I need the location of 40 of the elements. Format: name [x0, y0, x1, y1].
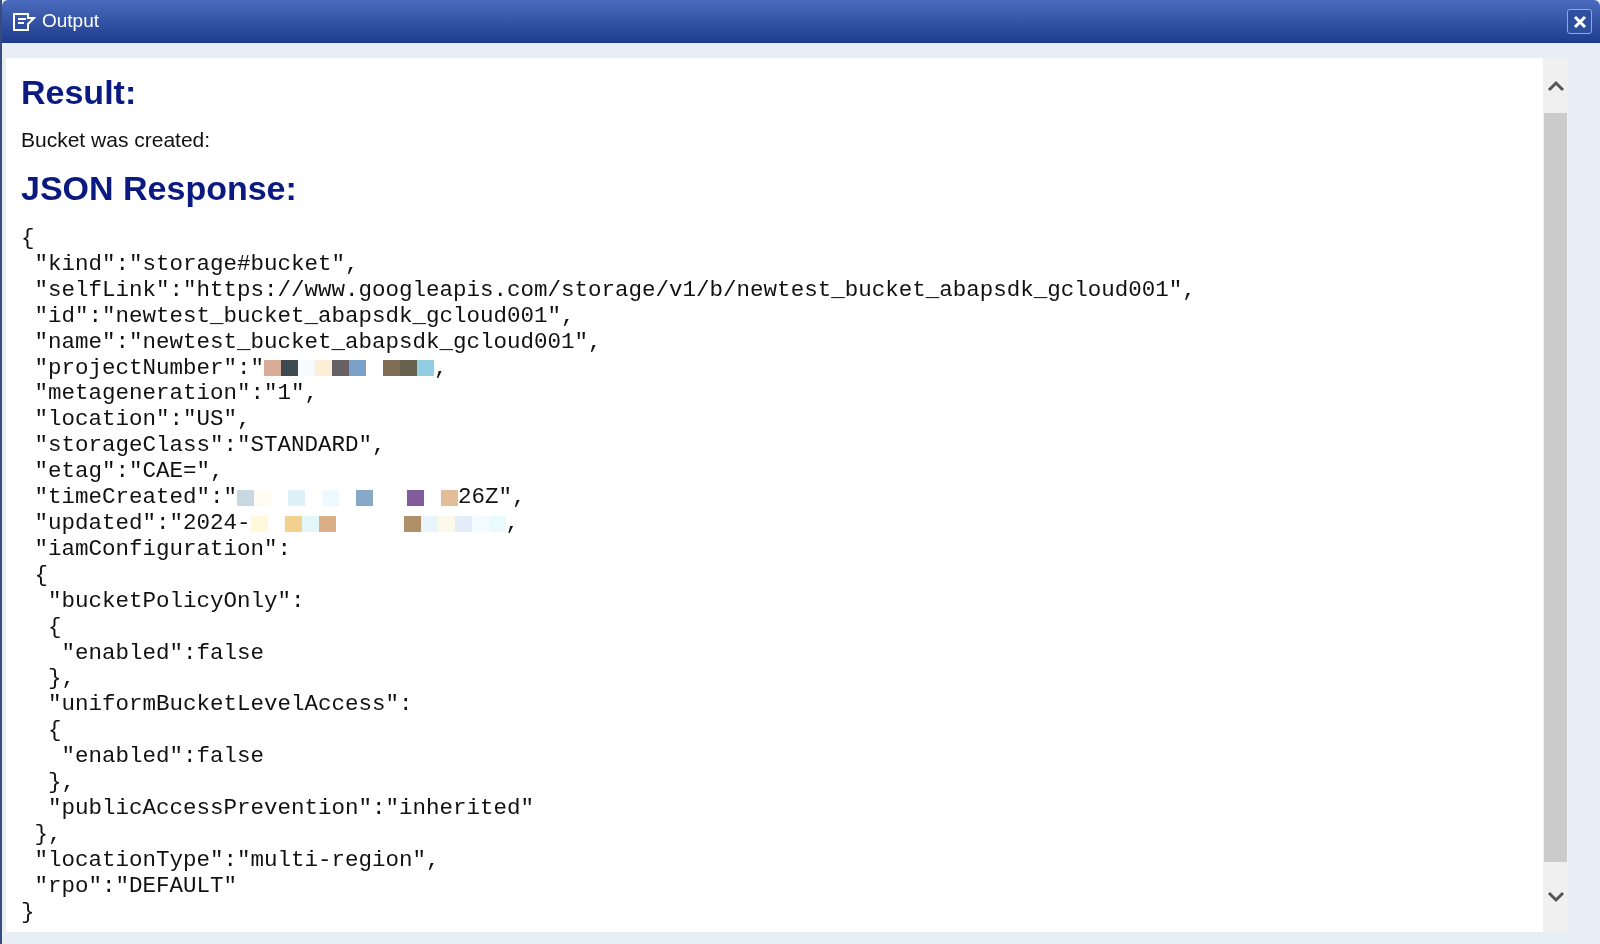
code-line: }, — [47, 665, 75, 692]
code-line: { — [21, 225, 35, 251]
window-title: Output — [42, 9, 100, 34]
code-line: "updated":"2024- — [33, 510, 251, 537]
code-line: 26Z", — [458, 485, 526, 511]
code-line: "selfLink":"https://www.googleapis.com/storage/v1/b/newtest_bucket_abapsdk_gcloud001", — [33, 276, 1196, 303]
code-line: , — [505, 510, 520, 537]
response-heading: JSON Response: — [21, 168, 298, 208]
code-line: "rpo":"DEFAULT" — [33, 872, 238, 899]
code-line: "storageClass":"STANDARD", — [33, 432, 386, 459]
code-line: "iamConfiguration": — [33, 535, 292, 562]
code-line: } — [21, 898, 35, 925]
code-line: "timeCreated":" — [33, 485, 238, 511]
code-line: "bucketPolicyOnly": — [47, 587, 305, 614]
code-line: "locationType":"multi-region", — [33, 846, 440, 873]
code-line: "enabled":false — [60, 743, 265, 770]
result-message: Bucket was created: — [21, 127, 212, 153]
output-icon — [12, 11, 36, 32]
code-line: { — [33, 561, 48, 588]
chevron-down-icon — [1546, 891, 1565, 903]
scroll-thumb[interactable] — [1544, 113, 1567, 862]
code-line: "etag":"CAE=", — [33, 458, 224, 485]
code-line: "location":"US", — [33, 406, 251, 433]
result-heading: Result: — [21, 72, 138, 112]
code-line: "publicAccessPrevention":"inherited" — [47, 794, 535, 821]
code-line: { — [47, 613, 62, 640]
close-button[interactable] — [1567, 9, 1592, 34]
code-line: , — [434, 355, 448, 382]
code-line: "kind":"storage#bucket", — [33, 250, 359, 277]
code-line: "uniformBucketLevelAccess": — [47, 691, 413, 718]
code-line: }, — [33, 820, 62, 847]
code-line: { — [47, 717, 62, 744]
close-icon — [1572, 14, 1587, 29]
code-line: "id":"newtest_bucket_abapsdk_gcloud001", — [33, 302, 575, 329]
code-line: }, — [47, 769, 75, 796]
chevron-up-icon — [1546, 79, 1565, 92]
code-line: "projectNumber":" — [33, 355, 265, 382]
code-line: "enabled":false — [60, 639, 265, 666]
code-line: "metageneration":"1", — [33, 380, 319, 407]
code-line: "name":"newtest_bucket_abapsdk_gcloud001", — [33, 328, 602, 355]
